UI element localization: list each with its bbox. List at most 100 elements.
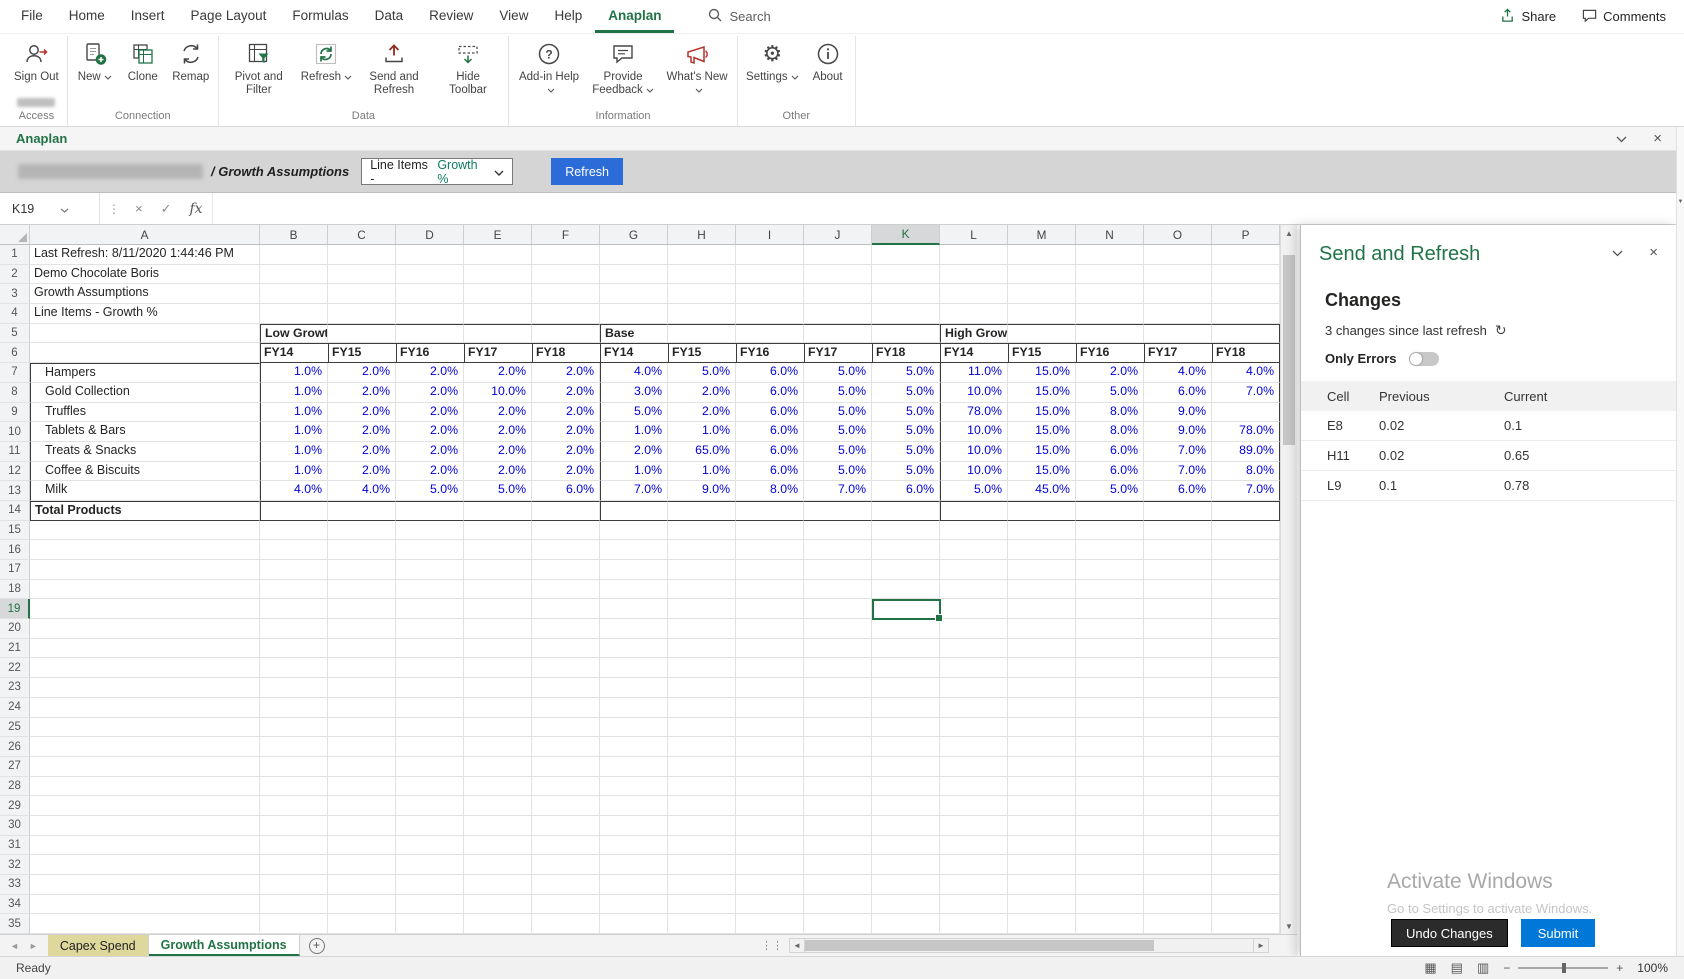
cell-B29[interactable] xyxy=(260,796,328,816)
cell-E11[interactable]: 2.0% xyxy=(464,441,532,462)
cell-F29[interactable] xyxy=(532,796,600,816)
cell-P2[interactable] xyxy=(1212,264,1280,285)
cell-M15[interactable] xyxy=(1008,520,1076,541)
cell-P6[interactable]: FY18 xyxy=(1212,343,1280,364)
row-header-28[interactable]: 28 xyxy=(0,776,30,797)
cell-E3[interactable] xyxy=(464,284,532,305)
scroll-up-icon[interactable]: ▲ xyxy=(1281,225,1297,242)
cell-H13[interactable]: 9.0% xyxy=(668,481,736,501)
row-header-15[interactable]: 15 xyxy=(0,520,30,541)
cell-D5[interactable] xyxy=(396,323,464,344)
cell-M22[interactable] xyxy=(1008,658,1076,679)
cell-N22[interactable] xyxy=(1076,658,1144,679)
cell-H1[interactable] xyxy=(668,245,736,265)
cell-P26[interactable] xyxy=(1212,737,1280,757)
cell-D31[interactable] xyxy=(396,835,464,856)
cell-C12[interactable]: 2.0% xyxy=(328,461,396,482)
cell-B26[interactable] xyxy=(260,737,328,757)
cell-B33[interactable] xyxy=(260,875,328,895)
cell-K16[interactable] xyxy=(872,540,940,560)
cell-B17[interactable] xyxy=(260,560,328,580)
cell-G20[interactable] xyxy=(600,619,668,639)
column-header-i[interactable]: I xyxy=(736,225,804,245)
cell-G35[interactable] xyxy=(600,914,668,935)
cell-A18[interactable] xyxy=(30,579,260,600)
cell-P3[interactable] xyxy=(1212,284,1280,305)
cell-L11[interactable]: 10.0% xyxy=(940,441,1008,462)
cell-C19[interactable] xyxy=(328,599,396,620)
cell-A1[interactable]: Last Refresh: 8/11/2020 1:44:46 PM xyxy=(30,245,260,265)
cell-E34[interactable] xyxy=(464,894,532,915)
insert-function-icon[interactable]: fx xyxy=(181,201,212,217)
cell-C5[interactable] xyxy=(328,323,396,344)
cell-E22[interactable] xyxy=(464,658,532,679)
cell-B10[interactable]: 1.0% xyxy=(260,422,328,442)
cell-N28[interactable] xyxy=(1076,776,1144,797)
cell-C15[interactable] xyxy=(328,520,396,541)
cell-N25[interactable] xyxy=(1076,717,1144,738)
cell-N7[interactable]: 2.0% xyxy=(1076,363,1144,383)
tab-help[interactable]: Help xyxy=(541,0,595,33)
cell-M8[interactable]: 15.0% xyxy=(1008,382,1076,403)
cell-L19[interactable] xyxy=(940,599,1008,620)
column-header-f[interactable]: F xyxy=(532,225,600,245)
drag-handle-icon[interactable]: ⋮ xyxy=(100,202,126,216)
cell-B9[interactable]: 1.0% xyxy=(260,402,328,423)
share-button[interactable]: Share xyxy=(1500,7,1556,26)
cell-H26[interactable] xyxy=(668,737,736,757)
row-header-21[interactable]: 21 xyxy=(0,638,30,659)
cell-F6[interactable]: FY18 xyxy=(532,343,600,364)
cell-A31[interactable] xyxy=(30,835,260,856)
cell-L2[interactable] xyxy=(940,264,1008,285)
row-header-2[interactable]: 2 xyxy=(0,264,30,285)
cell-P25[interactable] xyxy=(1212,717,1280,738)
ribbon-button-provide-feedback[interactable]: Provide Feedback xyxy=(586,36,660,97)
cell-H20[interactable] xyxy=(668,619,736,639)
cell-B7[interactable]: 1.0% xyxy=(260,363,328,383)
cell-E19[interactable] xyxy=(464,599,532,620)
cell-G33[interactable] xyxy=(600,875,668,895)
cell-O6[interactable]: FY17 xyxy=(1144,343,1212,364)
cell-H15[interactable] xyxy=(668,520,736,541)
cell-H6[interactable]: FY15 xyxy=(668,343,736,364)
cell-K6[interactable]: FY18 xyxy=(872,343,940,364)
cell-O19[interactable] xyxy=(1144,599,1212,620)
cell-E12[interactable]: 2.0% xyxy=(464,461,532,482)
cell-H17[interactable] xyxy=(668,560,736,580)
cell-N23[interactable] xyxy=(1076,678,1144,698)
cell-C7[interactable]: 2.0% xyxy=(328,363,396,383)
cell-M17[interactable] xyxy=(1008,560,1076,580)
row-header-13[interactable]: 13 xyxy=(0,481,30,501)
column-header-l[interactable]: L xyxy=(940,225,1008,245)
cell-P24[interactable] xyxy=(1212,697,1280,718)
cell-P23[interactable] xyxy=(1212,678,1280,698)
row-header-6[interactable]: 6 xyxy=(0,343,30,364)
cell-P19[interactable] xyxy=(1212,599,1280,620)
row-header-24[interactable]: 24 xyxy=(0,697,30,718)
cell-G9[interactable]: 5.0% xyxy=(600,402,668,423)
ribbon-button-what-s-new[interactable]: What's New xyxy=(660,36,734,97)
cell-J19[interactable] xyxy=(804,599,872,620)
cell-B4[interactable] xyxy=(260,304,328,324)
cancel-icon[interactable]: × xyxy=(126,201,152,216)
cell-H32[interactable] xyxy=(668,855,736,875)
row-header-1[interactable]: 1 xyxy=(0,245,30,265)
cell-I6[interactable]: FY16 xyxy=(736,343,804,364)
row-header-4[interactable]: 4 xyxy=(0,304,30,324)
cell-I10[interactable]: 6.0% xyxy=(736,422,804,442)
toolbar-refresh-button[interactable]: Refresh xyxy=(551,158,623,185)
cell-O28[interactable] xyxy=(1144,776,1212,797)
cell-G32[interactable] xyxy=(600,855,668,875)
cell-L33[interactable] xyxy=(940,875,1008,895)
cell-J2[interactable] xyxy=(804,264,872,285)
cell-A3[interactable]: Growth Assumptions xyxy=(30,284,260,305)
cell-E1[interactable] xyxy=(464,245,532,265)
cell-H34[interactable] xyxy=(668,894,736,915)
cell-H33[interactable] xyxy=(668,875,736,895)
cell-F8[interactable]: 2.0% xyxy=(532,382,600,403)
cell-K11[interactable]: 5.0% xyxy=(872,441,940,462)
cell-M1[interactable] xyxy=(1008,245,1076,265)
cell-B5[interactable]: Low Growt xyxy=(260,323,328,344)
cell-H29[interactable] xyxy=(668,796,736,816)
cell-O21[interactable] xyxy=(1144,638,1212,659)
